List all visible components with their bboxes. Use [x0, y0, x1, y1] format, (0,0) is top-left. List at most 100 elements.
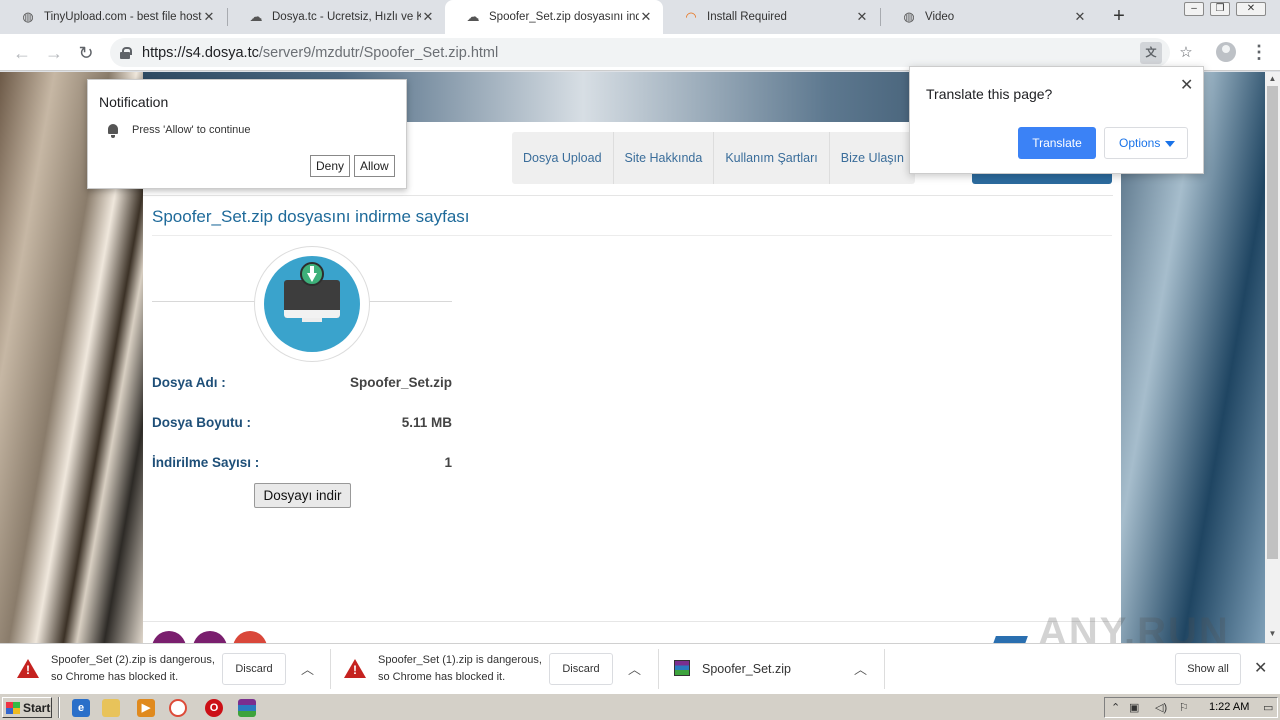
file-name-label: Dosya Adı :	[152, 375, 226, 390]
notification-message: Press 'Allow' to continue	[132, 124, 251, 136]
system-tray: ⌃ ▣ ◁) ⚐ 1:22 AM ▭	[1104, 697, 1278, 718]
rainbow-icon: ◠	[685, 9, 697, 24]
tray-expand-icon[interactable]: ⌃	[1111, 701, 1120, 714]
tab-spoofer-download[interactable]: ☁ Spoofer_Set.zip dosyasını indir ✕	[445, 0, 663, 34]
close-shelf-icon[interactable]: ✕	[1254, 658, 1267, 678]
tab-install-required[interactable]: ◠ Install Required ✕	[663, 0, 879, 34]
action-center-flag-icon[interactable]: ⚐	[1179, 701, 1189, 714]
download-warning-text: Spoofer_Set (2).zip is dangerous, so Chr…	[51, 654, 215, 683]
show-desktop-icon[interactable]: ▭	[1263, 701, 1273, 714]
url-path: /server9/mzdutr/Spoofer_Set.zip.html	[258, 44, 499, 61]
tab-title: Video	[925, 11, 955, 23]
network-icon[interactable]: ▣	[1129, 701, 1139, 714]
chrome-icon[interactable]	[169, 699, 187, 717]
divider	[143, 621, 1121, 622]
download-file-name: Spoofer_Set.zip	[702, 662, 791, 676]
close-window-button[interactable]: ✕	[1236, 2, 1266, 16]
chevron-up-icon[interactable]: ︿	[854, 659, 867, 678]
facebook-icon[interactable]	[152, 631, 186, 643]
warning-icon: !	[344, 659, 366, 678]
address-bar[interactable]: https://s4.dosya.tc/server9/mzdutr/Spoof…	[110, 38, 1193, 67]
ie-icon[interactable]: e	[72, 699, 90, 717]
start-label: Start	[23, 700, 51, 715]
tab-tinyupload[interactable]: ◍ TinyUpload.com - best file hostin ✕	[0, 0, 226, 34]
profile-avatar-icon[interactable]	[1216, 42, 1236, 62]
lock-icon	[120, 46, 132, 59]
download-item[interactable]: ! Spoofer_Set (2).zip is dangerous, so C…	[0, 644, 330, 694]
restore-button[interactable]: ❐	[1210, 2, 1230, 16]
scroll-up-icon[interactable]: ▲	[1265, 72, 1280, 86]
close-tab-icon[interactable]: ✕	[639, 9, 653, 25]
translate-button[interactable]: Translate	[1018, 127, 1096, 159]
tab-title: TinyUpload.com - best file hostin	[44, 11, 202, 23]
media-player-icon[interactable]: ▶	[137, 699, 155, 717]
tab-dosya-home[interactable]: ☁ Dosya.tc - Ücretsiz, Hızlı ve Kola ✕	[228, 0, 445, 34]
divider	[152, 235, 1112, 236]
clock: 1:22 AM	[1209, 701, 1250, 713]
notification-prompt: Notification Press 'Allow' to continue D…	[87, 79, 407, 189]
nav-dosya-upload[interactable]: Dosya Upload	[512, 132, 614, 184]
warning-icon: !	[17, 659, 39, 678]
options-dropdown[interactable]: Options	[1104, 127, 1188, 159]
windows-taskbar: Start e ▶ O ⌃ ▣ ◁) ⚐ 1:22 AM ▭	[0, 693, 1280, 720]
bell-icon	[107, 124, 119, 138]
tab-title: Install Required	[707, 11, 787, 23]
options-label: Options	[1119, 136, 1161, 150]
winrar-icon	[674, 660, 690, 676]
close-icon[interactable]: ✕	[1180, 75, 1193, 95]
windows-logo-icon	[6, 701, 20, 714]
forward-button[interactable]: →	[42, 41, 66, 65]
close-tab-icon[interactable]: ✕	[202, 9, 216, 25]
menu-kebab-icon[interactable]: ⋮	[1250, 42, 1268, 62]
download-arrow-icon	[300, 262, 324, 286]
tab-strip: ◍ TinyUpload.com - best file hostin ✕ ☁ …	[0, 0, 1280, 34]
minimize-button[interactable]: –	[1184, 2, 1204, 16]
nav-site-hakkinda[interactable]: Site Hakkında	[614, 132, 715, 184]
nav-bize-ulasin[interactable]: Bize Ulaşın	[830, 132, 915, 184]
close-tab-icon[interactable]: ✕	[1073, 9, 1087, 25]
nav-accent-bar	[972, 174, 1112, 184]
twitter-icon[interactable]	[193, 631, 227, 643]
site-nav: Dosya Upload Site Hakkında Kullanım Şart…	[512, 132, 915, 184]
tab-title: Dosya.tc - Ücretsiz, Hızlı ve Kola	[272, 11, 421, 23]
file-name-value: Spoofer_Set.zip	[349, 375, 452, 390]
file-size-row: Dosya Boyutu : 5.11 MB	[152, 415, 452, 430]
allow-button[interactable]: Allow	[354, 155, 395, 177]
start-button[interactable]: Start	[2, 697, 52, 718]
globe-icon: ◍	[22, 9, 34, 24]
download-item[interactable]: ! Spoofer_Set (1).zip is dangerous, so C…	[330, 644, 658, 694]
back-button[interactable]: ←	[10, 41, 34, 65]
close-tab-icon[interactable]: ✕	[855, 9, 869, 25]
tab-video[interactable]: ◍ Video ✕	[881, 0, 1097, 34]
winrar-taskbar-icon[interactable]	[238, 699, 256, 717]
explorer-folder-icon[interactable]	[102, 699, 120, 717]
scroll-down-icon[interactable]: ▼	[1265, 627, 1280, 641]
new-tab-button[interactable]: +	[1108, 5, 1130, 27]
page-content: Dosya Upload Site Hakkında Kullanım Şart…	[143, 122, 1121, 643]
discard-button[interactable]: Discard	[222, 653, 286, 685]
nav-kullanim-sartlari[interactable]: Kullanım Şartları	[714, 132, 830, 184]
volume-icon[interactable]: ◁)	[1155, 701, 1167, 714]
download-file-button[interactable]: Dosyayı indir	[254, 483, 351, 508]
reload-button[interactable]: ↻	[74, 41, 98, 65]
chevron-up-icon[interactable]: ︿	[301, 659, 314, 678]
discard-button[interactable]: Discard	[549, 653, 613, 685]
scroll-thumb[interactable]	[1267, 86, 1278, 559]
translate-icon[interactable]: 文	[1140, 42, 1162, 64]
download-warning-text: Spoofer_Set (1).zip is dangerous, so Chr…	[378, 654, 542, 683]
notification-title: Notification	[99, 94, 169, 110]
page-scrollbar[interactable]: ▲ ▼	[1265, 72, 1280, 643]
show-all-button[interactable]: Show all	[1175, 653, 1241, 685]
caret-down-icon	[1165, 141, 1175, 147]
chevron-up-icon[interactable]: ︿	[628, 659, 641, 678]
download-count-row: İndirilme Sayısı : 1	[152, 455, 452, 470]
google-plus-icon[interactable]	[233, 631, 267, 643]
close-tab-icon[interactable]: ✕	[421, 9, 435, 25]
opera-icon[interactable]: O	[205, 699, 223, 717]
download-shelf: ! Spoofer_Set (2).zip is dangerous, so C…	[0, 643, 1280, 693]
bookmark-star-icon[interactable]: ☆	[1175, 42, 1197, 64]
dosya-logo-icon: ☁	[466, 9, 480, 24]
file-name-row: Dosya Adı : Spoofer_Set.zip	[152, 375, 452, 390]
deny-button[interactable]: Deny	[310, 155, 351, 177]
url-text: https://s4.dosya.tc/server9/mzdutr/Spoof…	[142, 45, 498, 61]
